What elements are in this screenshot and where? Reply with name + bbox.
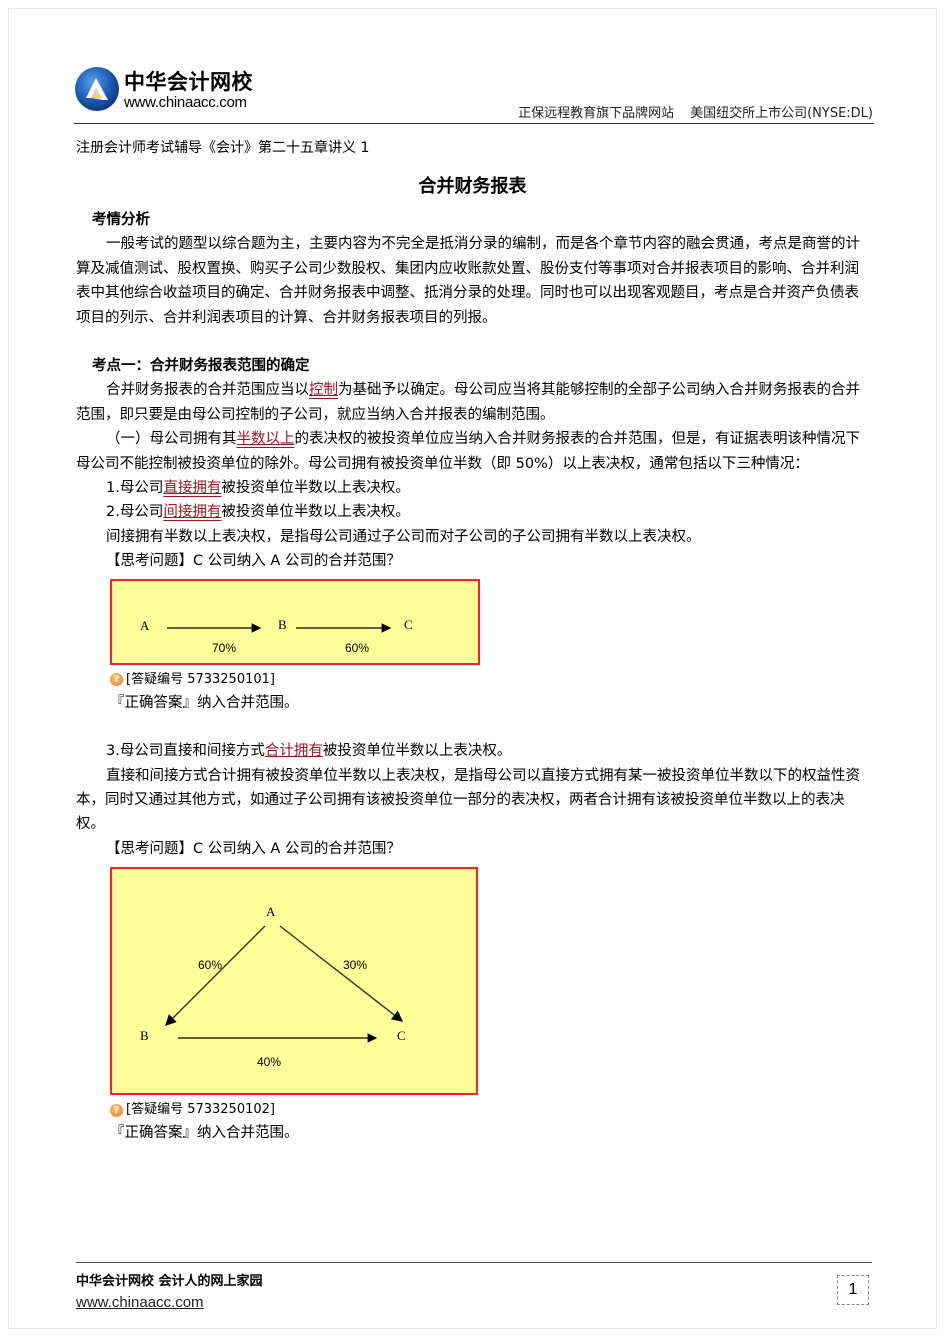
edge-label-a-c: 30% [343,958,367,972]
question-mark-icon[interactable]: ? [110,673,123,687]
keyword-combined[interactable]: 合计拥有 [265,743,323,759]
section-heading-analysis: 考情分析 [92,212,150,228]
text: 2.母公司 [106,504,164,521]
keyword-direct[interactable]: 直接拥有 [163,480,221,496]
question-mark-icon[interactable]: ? [110,1103,123,1117]
header-divider [74,123,874,124]
question-2: 【思考问题】C 公司纳入 A 公司的合并范围？ [106,840,401,857]
list-item-3: 3.母公司直接和间接方式合计拥有被投资单位半数以上表决权。 [76,739,872,763]
question-1: 【思考问题】C 公司纳入 A 公司的合并范围？ [106,553,401,570]
header-tagline: 正保远程教育旗下品牌网站 美国纽交所上市公司(NYSE:DL) [518,102,873,121]
node-b: B [278,617,287,632]
list-item-1: 1.母公司直接拥有被投资单位半数以上表决权。 [76,476,872,500]
scope-paragraph: 合并财务报表的合并范围应当以控制为基础予以确定。母公司应当将其能够控制的全部子公… [76,378,872,427]
text: 合并财务报表的合并范围应当以 [106,382,309,399]
brand: 中华会计网校 www.chinaacc.com [124,70,253,112]
list-item-2: 2.母公司间接拥有被投资单位半数以上表决权。 [76,500,872,524]
doc-title: 合并财务报表 [418,176,527,197]
chinaacc-logo-icon [75,67,119,111]
answer-id-2: ? [答疑编号 5733250102] [110,1099,872,1121]
tagline-listing: 美国纽交所上市公司(NYSE:DL) [690,106,873,121]
edge-label-b-c: 40% [257,1055,281,1069]
footer-divider [76,1262,872,1263]
indirect-explain: 间接拥有半数以上表决权，是指母公司通过子公司而对子公司的子公司拥有半数以上表决权… [106,528,701,545]
answer-id-text[interactable]: [答疑编号 5733250101] [126,669,275,691]
text: 被投资单位半数以上表决权。 [221,480,410,497]
edge-a-b [165,925,266,1027]
node-a: A [266,904,276,919]
ownership-diagram-1: A B C 70% 60% [110,578,480,665]
ownership-diagram-2: A B C 60% 30% 40% [110,867,478,1096]
answer-id-1: ? [答疑编号 5733250101] [110,669,872,691]
text: 被投资单位半数以上表决权。 [221,504,410,521]
node-c: C [397,1028,406,1043]
footer-url-link[interactable]: www.chinaacc.com [76,1294,204,1311]
diagram-2-svg: A B C 60% 30% 40% [140,904,406,1069]
answer-id-text[interactable]: [答疑编号 5733250102] [126,1099,275,1121]
page-number: 1 [837,1275,869,1305]
tagline-brand: 正保远程教育旗下品牌网站 [518,106,675,121]
text: 被投资单位半数以上表决权。 [322,743,512,760]
combined-explain: 直接和间接方式合计拥有被投资单位半数以上表决权，是指母公司以直接方式拥有某一被投… [76,767,860,833]
keyword-indirect[interactable]: 间接拥有 [163,504,221,520]
keyword-majority[interactable]: 半数以上 [237,431,295,447]
answer-2: 『正确答案』纳入合并范围。 [110,1125,299,1142]
edge-label-a-b: 60% [198,958,222,972]
text: 1.母公司 [106,480,164,497]
node-b: B [140,1028,149,1043]
analysis-paragraph: 一般考试的题型以综合题为主，主要内容为不完全是抵消分录的编制，而是各个章节内容的… [76,236,860,326]
node-a: A [140,618,150,633]
doc-subtitle: 注册会计师考试辅导《会计》第二十五章讲义 1 [76,140,370,156]
brand-name: 中华会计网校 [124,70,253,94]
answer-1: 『正确答案』纳入合并范围。 [110,694,299,711]
keyword-control[interactable]: 控制 [309,382,338,398]
edge-a-c [279,925,404,1022]
brand-url[interactable]: www.chinaacc.com [124,94,253,112]
majority-paragraph: （一）母公司拥有其半数以上的表决权的被投资单位应当纳入合并财务报表的合并范围，但… [76,427,872,476]
diagram-1-svg: A B C 70% 60% [140,617,413,655]
node-c: C [404,617,413,632]
edge-label-a-b: 70% [212,641,236,655]
text: （一）母公司拥有其 [106,431,237,448]
document-body: 考情分析 一般考试的题型以综合题为主，主要内容为不完全是抵消分录的编制，而是各个… [76,208,872,1146]
section-heading-point-one: 考点一：合并财务报表范围的确定 [92,358,310,375]
edge-label-b-c: 60% [345,641,369,655]
text: 3.母公司直接和间接方式 [106,743,265,760]
document-page: 中华会计网校 www.chinaacc.com 正保远程教育旗下品牌网站 美国纽交… [0,0,945,1337]
footer-brand: 中华会计网校 会计人的网上家园 [76,1274,263,1289]
